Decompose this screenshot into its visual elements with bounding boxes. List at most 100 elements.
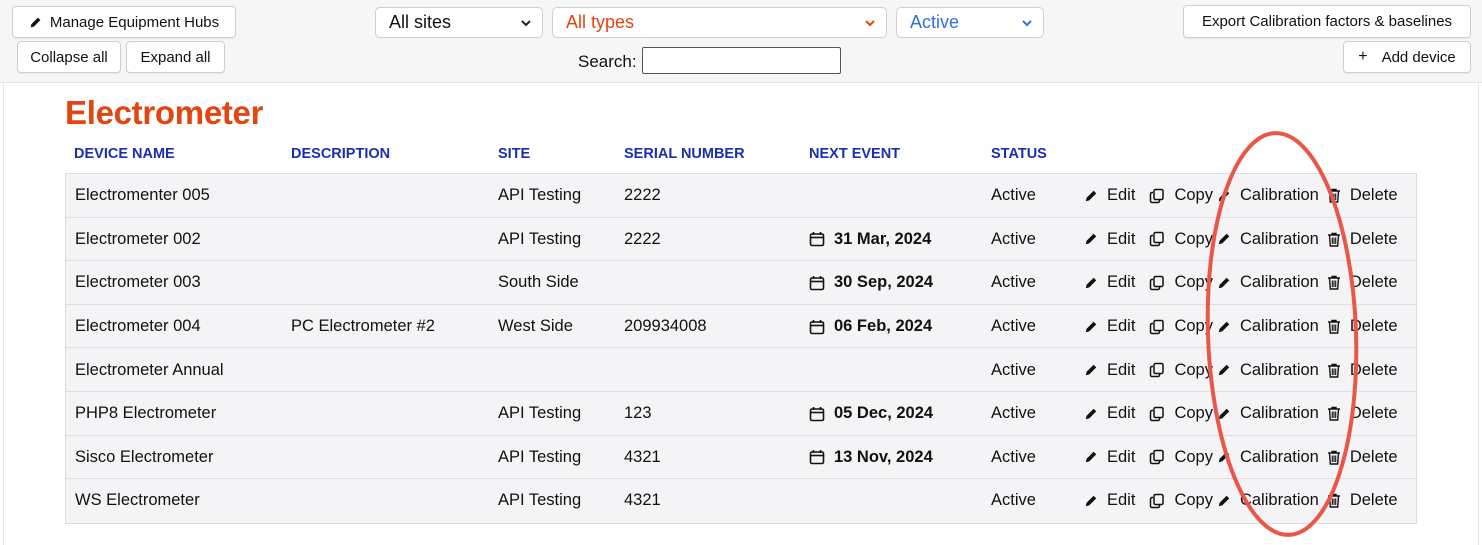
pencil-icon <box>30 17 41 27</box>
site-cell: API Testing <box>498 491 582 510</box>
calibration-button[interactable]: Calibration <box>1217 361 1319 380</box>
manage-equipment-hubs-button[interactable]: Manage Equipment Hubs <box>12 6 236 38</box>
copy-icon <box>1150 493 1165 509</box>
column-header-device-name[interactable]: DEVICE NAME <box>74 146 175 162</box>
type-filter-select[interactable]: All types <box>552 7 887 38</box>
delete-button[interactable]: Delete <box>1327 361 1398 380</box>
next-event-cell: 05 Dec, 2024 <box>809 392 933 436</box>
serial-number-cell: 2222 <box>624 186 661 205</box>
edit-button[interactable]: Edit <box>1084 273 1135 292</box>
row-actions: Edit Copy Calibration Delete <box>1084 348 1412 392</box>
status-cell: Active <box>991 404 1036 423</box>
search-input[interactable] <box>642 47 841 74</box>
device-name-cell: Electromenter 005 <box>75 186 210 205</box>
calibration-label: Calibration <box>1239 491 1319 510</box>
serial-number-cell: 123 <box>624 404 652 423</box>
copy-icon <box>1150 275 1165 291</box>
delete-button[interactable]: Delete <box>1327 230 1398 249</box>
next-event-cell: 31 Mar, 2024 <box>809 218 931 262</box>
delete-button[interactable]: Delete <box>1327 186 1398 205</box>
edit-button[interactable]: Edit <box>1084 230 1135 249</box>
pencil-icon <box>1218 190 1230 202</box>
expand-all-button[interactable]: Expand all <box>126 41 225 73</box>
delete-button[interactable]: Delete <box>1327 317 1398 336</box>
edit-button[interactable]: Edit <box>1084 404 1135 423</box>
site-cell: API Testing <box>498 186 582 205</box>
column-header-next-event[interactable]: NEXT EVENT <box>809 146 900 162</box>
delete-button[interactable]: Delete <box>1327 273 1398 292</box>
edit-label: Edit <box>1107 491 1136 510</box>
add-device-button[interactable]: + Add device <box>1343 41 1471 73</box>
next-event-date: 30 Sep, 2024 <box>834 273 934 292</box>
column-header-site[interactable]: SITE <box>498 146 530 162</box>
chevron-down-icon <box>521 20 531 27</box>
trash-icon <box>1327 232 1340 247</box>
pencil-icon <box>1085 495 1097 507</box>
copy-button[interactable]: Copy <box>1149 186 1213 205</box>
calibration-button[interactable]: Calibration <box>1217 230 1319 249</box>
status-cell: Active <box>991 273 1036 292</box>
plus-icon: + <box>1358 48 1368 65</box>
edit-button[interactable]: Edit <box>1084 186 1135 205</box>
next-event-cell: 30 Sep, 2024 <box>809 261 933 305</box>
delete-button[interactable]: Delete <box>1327 404 1398 423</box>
copy-button[interactable]: Copy <box>1149 273 1213 292</box>
search-label: Search: <box>578 52 637 71</box>
device-name-cell: WS Electrometer <box>75 491 200 510</box>
copy-label: Copy <box>1174 447 1213 466</box>
row-actions: Edit Copy Calibration Delete <box>1084 436 1412 480</box>
right-divider <box>1478 83 1479 545</box>
calibration-button[interactable]: Calibration <box>1217 404 1319 423</box>
pencil-icon <box>1085 452 1097 463</box>
next-event-date: 13 Nov, 2024 <box>834 447 933 466</box>
calibration-button[interactable]: Calibration <box>1217 273 1319 292</box>
site-filter-value: All sites <box>389 12 452 32</box>
copy-button[interactable]: Copy <box>1149 404 1213 423</box>
column-header-description[interactable]: DESCRIPTION <box>291 146 390 162</box>
column-header-serial-number[interactable]: SERIAL NUMBER <box>624 146 745 162</box>
edit-button[interactable]: Edit <box>1084 361 1135 380</box>
calibration-button[interactable]: Calibration <box>1217 448 1319 467</box>
copy-button[interactable]: Copy <box>1149 491 1213 510</box>
copy-button[interactable]: Copy <box>1149 448 1213 467</box>
calibration-label: Calibration <box>1239 229 1319 248</box>
column-header-status[interactable]: STATUS <box>991 146 1047 162</box>
delete-button[interactable]: Delete <box>1327 448 1398 467</box>
copy-label: Copy <box>1174 404 1213 423</box>
export-calibration-button[interactable]: Export Calibration factors & baselines <box>1183 5 1471 38</box>
delete-label: Delete <box>1349 273 1398 292</box>
toolbar: Manage Equipment Hubs Collapse all Expan… <box>0 0 1482 83</box>
pencil-icon <box>1218 277 1230 289</box>
description-cell: PC Electrometer #2 <box>291 317 435 336</box>
add-device-label: Add device <box>1381 48 1456 66</box>
calibration-button[interactable]: Calibration <box>1217 317 1319 336</box>
delete-button[interactable]: Delete <box>1327 491 1398 510</box>
copy-button[interactable]: Copy <box>1149 317 1213 336</box>
row-actions: Edit Copy Calibration Delete <box>1084 479 1412 523</box>
copy-button[interactable]: Copy <box>1149 361 1213 380</box>
edit-button[interactable]: Edit <box>1084 448 1135 467</box>
serial-number-cell: 4321 <box>624 491 661 510</box>
device-name-cell: Electrometer 003 <box>75 273 201 292</box>
trash-icon <box>1327 450 1340 465</box>
table-row: Electrometer Annual Active Edit Copy Cali… <box>66 348 1416 392</box>
edit-button[interactable]: Edit <box>1084 491 1135 510</box>
status-cell: Active <box>991 186 1036 205</box>
collapse-all-label: Collapse all <box>30 48 108 66</box>
edit-button[interactable]: Edit <box>1084 317 1135 336</box>
calibration-button[interactable]: Calibration <box>1217 491 1319 510</box>
status-filter-select[interactable]: Active <box>896 7 1044 38</box>
pencil-icon <box>1085 321 1097 332</box>
copy-button[interactable]: Copy <box>1149 230 1213 249</box>
pencil-icon <box>1085 277 1097 289</box>
calibration-label: Calibration <box>1239 447 1319 466</box>
copy-label: Copy <box>1174 491 1213 510</box>
calendar-icon <box>809 450 825 465</box>
collapse-all-button[interactable]: Collapse all <box>17 41 121 73</box>
site-filter-select[interactable]: All sites <box>375 7 543 38</box>
calibration-label: Calibration <box>1239 360 1319 379</box>
manage-equipment-hubs-label: Manage Equipment Hubs <box>49 13 220 31</box>
edit-label: Edit <box>1107 447 1136 466</box>
calibration-button[interactable]: Calibration <box>1217 186 1319 205</box>
calendar-icon <box>809 319 825 334</box>
